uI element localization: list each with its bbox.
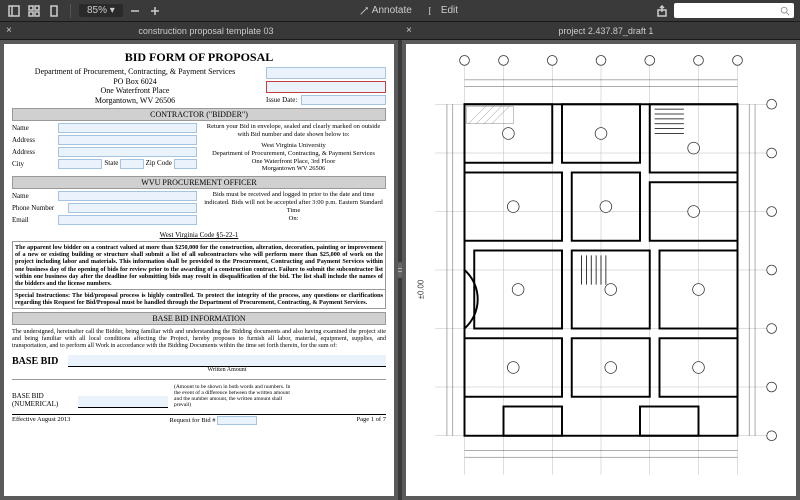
zoom-in-icon[interactable] (147, 3, 163, 19)
legal-code: West Virginia Code §5-22-1 (12, 231, 386, 239)
share-icon[interactable] (654, 3, 670, 19)
po-line: PO Box 6024 (12, 77, 258, 87)
edit-button[interactable]: Edit (422, 3, 464, 18)
name-field[interactable] (58, 123, 197, 133)
issue-date-label: Issue Date: (266, 96, 297, 104)
label-name: Name (12, 124, 54, 132)
floorplan-page: ±0.00 (406, 44, 796, 496)
issue-date-field[interactable] (301, 95, 386, 105)
section-basebid: BASE BID INFORMATION (12, 312, 386, 325)
base-bid-label: BASE BID (12, 356, 62, 367)
legal-text-1: The apparent low bidder on a contract va… (15, 244, 383, 287)
tab-bar: × construction proposal template 03 × pr… (0, 22, 800, 40)
header-field-2[interactable] (266, 81, 386, 93)
svg-text:±0.00: ±0.00 (417, 279, 426, 299)
tab-title-right: project 2.437.87_draft 1 (418, 26, 794, 36)
document-page: BID FORM OF PROPOSAL Department of Procu… (4, 44, 394, 496)
legal-text-2: Special Instructions: The bid/proposal p… (15, 292, 383, 306)
thumbnails-icon[interactable] (26, 3, 42, 19)
legal-text-3: The undersigned, hereinafter call the Bi… (12, 327, 386, 350)
return-instructions: Return your Bid in envelope, sealed and … (201, 123, 386, 139)
effective-date: Effective August 2013 (12, 416, 70, 425)
base-bid-num-label: BASE BID (NUMERICAL) (12, 392, 72, 408)
close-icon[interactable]: × (406, 25, 412, 36)
page-number: Page 1 of 7 (357, 416, 386, 425)
state-field[interactable] (120, 159, 143, 169)
label-address: Address (12, 136, 54, 144)
floorplan-drawing: ±0.00 (406, 44, 796, 496)
zip-field[interactable] (174, 159, 197, 169)
section-officer: WVU PROCUREMENT OFFICER (12, 176, 386, 189)
label-email: Email (12, 216, 54, 224)
sidebar-toggle-icon[interactable] (6, 3, 22, 19)
page-title: BID FORM OF PROPOSAL (12, 50, 386, 65)
officer-email-field[interactable] (58, 215, 197, 225)
label-address2: Address (12, 148, 54, 156)
label-state: State (104, 159, 118, 169)
request-bid-field[interactable] (217, 416, 257, 425)
deadline-text: Bids must be received and logged in prio… (201, 191, 386, 214)
university-name: West Virginia University (201, 142, 386, 150)
written-amount-label: Written Amount (68, 367, 386, 373)
tab-title-left: construction proposal template 03 (18, 26, 394, 36)
city-field[interactable] (58, 159, 102, 169)
zoom-out-icon[interactable] (127, 3, 143, 19)
city-2: Morgantown WV 26506 (201, 165, 386, 173)
officer-name-field[interactable] (58, 191, 197, 201)
floor-line: One Waterfront Place, 3rd Floor (201, 158, 386, 166)
section-contractor: CONTRACTOR ("BIDDER") (12, 108, 386, 121)
close-icon[interactable]: × (6, 25, 12, 36)
address-field-1[interactable] (58, 135, 197, 145)
annotate-button[interactable]: Annotate (353, 3, 418, 18)
officer-phone-field[interactable] (68, 203, 197, 213)
tab-right[interactable]: × project 2.437.87_draft 1 (400, 22, 800, 39)
single-page-icon[interactable] (46, 3, 62, 19)
top-toolbar: 85% ▾ Annotate Edit (0, 0, 800, 22)
label-phone: Phone Number (12, 204, 64, 212)
label-zip: Zip Code (146, 159, 172, 169)
request-bid-label: Request for Bid # (169, 417, 215, 424)
tab-left[interactable]: × construction proposal template 03 (0, 22, 400, 39)
header-field-1[interactable] (266, 67, 386, 79)
address-field-2[interactable] (58, 147, 197, 157)
base-bid-numeric-field[interactable] (78, 396, 168, 408)
zoom-level[interactable]: 85% ▾ (79, 4, 123, 17)
label-city: City (12, 160, 54, 168)
left-pane: BID FORM OF PROPOSAL Department of Procu… (0, 40, 398, 500)
legal-block: The apparent low bidder on a contract va… (12, 241, 386, 309)
label-name-2: Name (12, 192, 54, 200)
separator (70, 4, 71, 18)
addr2-line: Morgantown, WV 26506 (12, 96, 258, 106)
search-input[interactable] (674, 3, 794, 18)
right-pane: ±0.00 (402, 40, 800, 500)
dept-2: Department of Procurement, Contracting, … (201, 150, 386, 158)
on-label: On: (201, 215, 386, 223)
numeric-note: (Amount to be shown in both words and nu… (174, 384, 294, 408)
base-bid-written-field[interactable] (68, 355, 386, 367)
dept-line: Department of Procurement, Contracting, … (12, 67, 258, 77)
workspace: BID FORM OF PROPOSAL Department of Procu… (0, 40, 800, 500)
addr1-line: One Waterfront Place (12, 86, 258, 96)
